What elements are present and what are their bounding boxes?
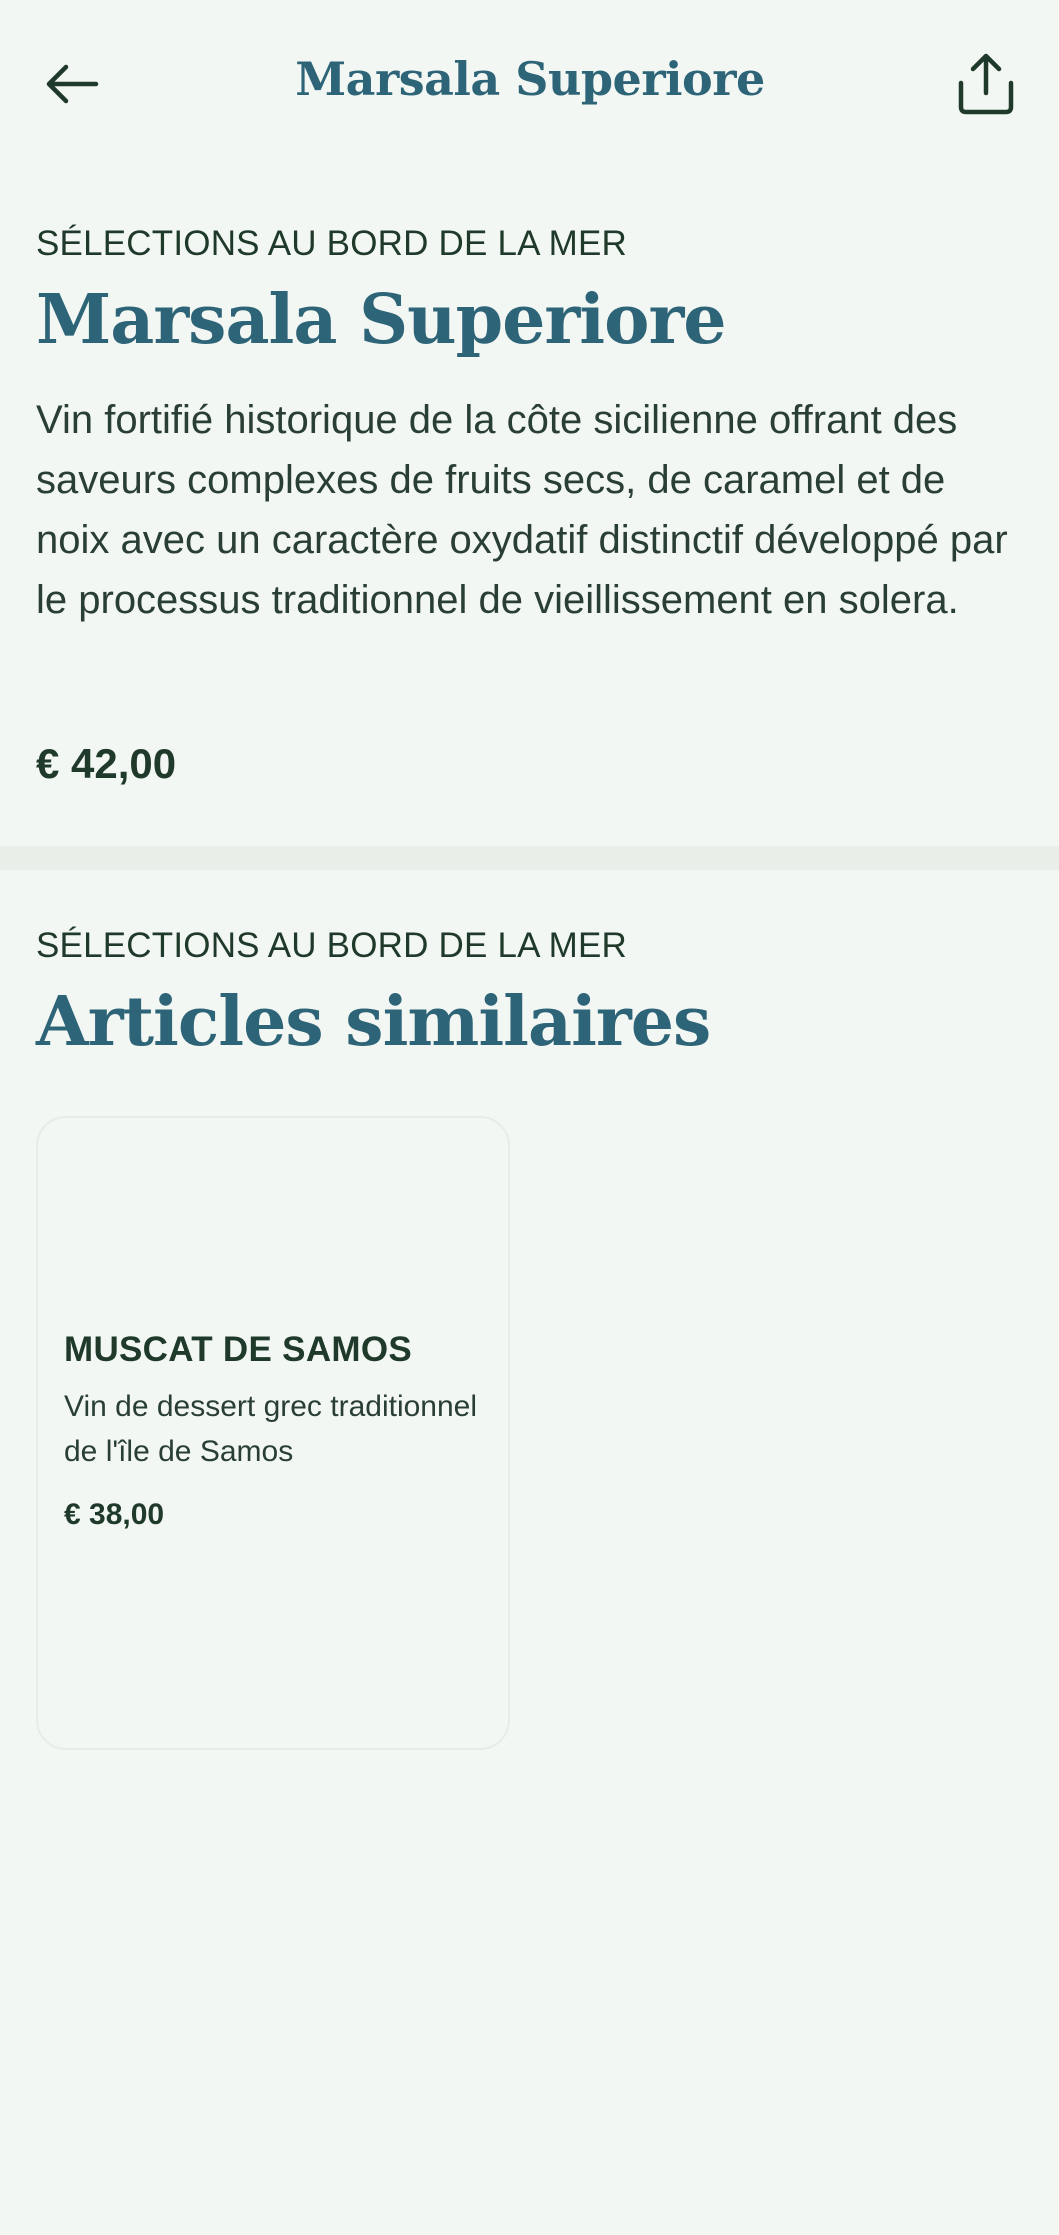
product-category: SÉLECTIONS AU BORD DE LA MER [36, 224, 628, 263]
product-detail-section: SÉLECTIONS AU BORD DE LA MER Marsala Sup… [0, 200, 1059, 846]
arrow-left-icon [46, 64, 99, 104]
similar-item-price: € 38,00 [64, 1498, 165, 1531]
product-detail-screen: Marsala Superiore SÉLECTIONS AU BORD DE … [0, 0, 1059, 2235]
product-name: Marsala Superiore [36, 280, 727, 360]
app-bar: Marsala Superiore [0, 0, 1059, 168]
similar-item-card[interactable]: MUSCAT DE SAMOS Vin de dessert grec trad… [36, 1116, 510, 1750]
similar-item-name: MUSCAT DE SAMOS [64, 1330, 413, 1369]
similar-items-title: Articles similaires [36, 982, 711, 1062]
product-description: Vin fortifié historique de la côte sicil… [36, 398, 1008, 622]
share-icon [958, 53, 1014, 115]
back-button[interactable] [24, 36, 120, 132]
similar-category: SÉLECTIONS AU BORD DE LA MER [36, 926, 628, 965]
share-button[interactable] [938, 36, 1034, 132]
similar-item-description: Vin de dessert grec traditionnel de l'îl… [64, 1390, 478, 1468]
app-bar-title: Marsala Superiore [295, 52, 765, 106]
section-divider [0, 846, 1059, 870]
product-price: € 42,00 [36, 740, 177, 787]
